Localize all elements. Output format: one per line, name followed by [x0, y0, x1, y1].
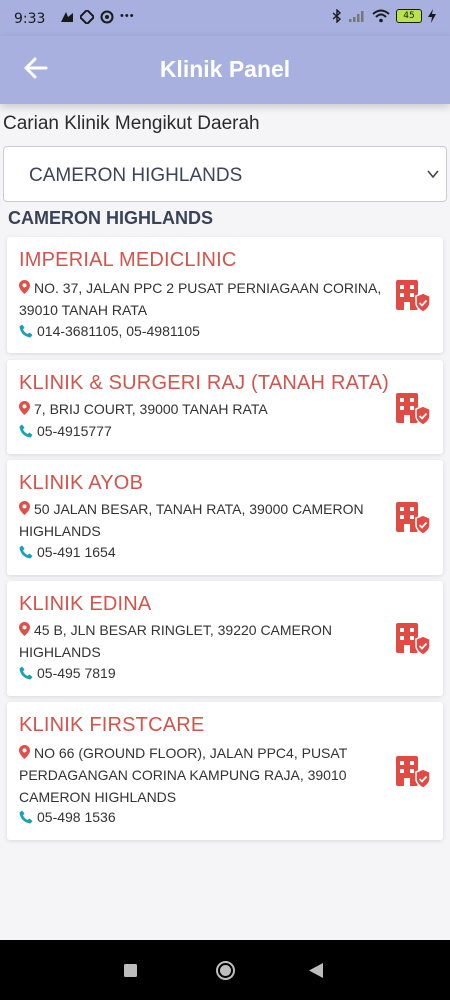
clinic-phone: 05-4915777 [19, 420, 112, 442]
page-title: Klinik Panel [159, 56, 291, 82]
phone-number: 05-4915777 [37, 423, 112, 439]
clinic-card[interactable]: IMPERIAL MEDICLINIC NO. 37, JALAN PPC 2 … [7, 237, 443, 353]
back-triangle-icon[interactable] [309, 963, 323, 978]
hospital-shield-icon[interactable] [395, 279, 431, 313]
search-label: Carian Klinik Mengikut Daerah [3, 113, 260, 134]
clinic-address: NO 66 (GROUND FLOOR), JALAN PPC4, PUSAT … [19, 742, 389, 808]
hospital-shield-icon[interactable] [395, 622, 431, 656]
notification-icon [61, 12, 73, 22]
recents-square-icon[interactable] [124, 964, 137, 977]
app-icon [100, 10, 114, 24]
clinic-name: KLINIK & SURGERI RAJ (TANAH RATA) [19, 372, 389, 394]
status-right-icons: 45 [332, 9, 436, 23]
clinic-card[interactable]: KLINIK FIRSTCARE NO 66 (GROUND FLOOR), J… [7, 702, 443, 840]
clinic-name: KLINIK FIRSTCARE [19, 714, 205, 736]
address-line: PERDAGANGAN CORINA KAMPUNG RAJA, 39010 [19, 767, 347, 783]
clinic-address: 7, BRIJ COURT, 39000 TANAH RATA [19, 398, 389, 420]
hospital-shield-icon[interactable] [395, 755, 431, 789]
charging-icon [428, 9, 436, 23]
status-more-dots: ••• [120, 10, 135, 22]
address-line: NO. 37, JALAN PPC 2 PUSAT PERNIAGAAN COR… [34, 280, 382, 296]
clinic-card[interactable]: KLINIK & SURGERI RAJ (TANAH RATA) 7, BRI… [7, 360, 443, 454]
chevron-down-icon [427, 170, 439, 179]
status-left-icons: ••• [60, 10, 135, 24]
address-line: HIGHLANDS [19, 523, 101, 539]
battery-icon: 45 [396, 9, 422, 23]
wifi-icon [372, 9, 390, 23]
clinic-name: KLINIK EDINA [19, 593, 152, 615]
dropdown-selected-value: CAMERON HIGHLANDS [29, 165, 243, 186]
address-line: NO 66 (GROUND FLOOR), JALAN PPC4, PUSAT [34, 745, 348, 761]
clinic-address: 50 JALAN BESAR, TANAH RATA, 39000 CAMERO… [19, 498, 389, 542]
location-pin-icon [19, 280, 30, 294]
phone-icon [19, 666, 33, 680]
hospital-shield-icon[interactable] [395, 392, 431, 426]
bluetooth-icon [332, 9, 342, 23]
status-bar: 9:33 ••• 45 [0, 0, 450, 36]
phone-icon [19, 545, 33, 559]
clinic-phone: 014-3681105, 05-4981105 [19, 320, 200, 342]
hospital-shield-icon[interactable] [395, 501, 431, 535]
home-circle-icon[interactable] [215, 960, 236, 981]
status-time: 9:33 [14, 11, 46, 27]
region-title: CAMERON HIGHLANDS [8, 208, 213, 228]
sync-icon [80, 10, 94, 24]
clinic-card[interactable]: KLINIK EDINA 45 B, JLN BESAR RINGLET, 39… [7, 581, 443, 696]
location-pin-icon [19, 401, 30, 415]
phone-number: 05-491 1654 [37, 544, 116, 560]
clinic-card[interactable]: KLINIK AYOB 50 JALAN BESAR, TANAH RATA, … [7, 460, 443, 575]
clinic-address: 45 B, JLN BESAR RINGLET, 39220 CAMERON H… [19, 619, 389, 663]
address-line: 50 JALAN BESAR, TANAH RATA, 39000 CAMERO… [34, 501, 364, 517]
clinic-phone: 05-491 1654 [19, 541, 116, 563]
clinic-phone: 05-495 7819 [19, 662, 116, 684]
location-pin-icon [19, 501, 30, 515]
app-bar: Klinik Panel [0, 36, 450, 104]
phone-icon [19, 424, 33, 438]
phone-number: 014-3681105, 05-4981105 [37, 323, 200, 339]
phone-icon [19, 324, 33, 338]
clinic-address: NO. 37, JALAN PPC 2 PUSAT PERNIAGAAN COR… [19, 277, 389, 321]
system-nav-bar [0, 940, 450, 1000]
address-line: 7, BRIJ COURT, 39000 TANAH RATA [34, 401, 268, 417]
clinic-name: IMPERIAL MEDICLINIC [19, 249, 237, 271]
address-line: 45 B, JLN BESAR RINGLET, 39220 CAMERON [34, 622, 332, 638]
location-pin-icon [19, 622, 30, 636]
location-pin-icon [19, 745, 30, 759]
address-line: CAMERON HIGHLANDS [19, 789, 177, 805]
address-line: 39010 TANAH RATA [19, 302, 148, 318]
signal-icon [349, 11, 364, 22]
clinic-name: KLINIK AYOB [19, 472, 144, 494]
clinic-phone: 05-498 1536 [19, 806, 116, 828]
district-dropdown[interactable]: CAMERON HIGHLANDS [3, 146, 447, 202]
phone-icon [19, 810, 33, 824]
phone-number: 05-495 7819 [37, 665, 116, 681]
address-line: HIGHLANDS [19, 644, 101, 660]
phone-number: 05-498 1536 [37, 809, 116, 825]
